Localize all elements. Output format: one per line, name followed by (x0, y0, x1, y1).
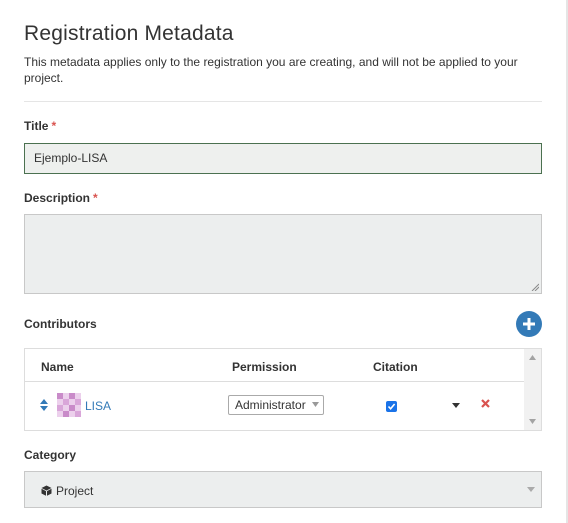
category-label: Category (24, 448, 77, 462)
column-header-citation: Citation (373, 360, 418, 374)
description-textarea[interactable] (24, 214, 542, 294)
caret-down-icon[interactable] (452, 403, 460, 408)
plus-icon (523, 318, 535, 330)
page-subtitle: This metadata applies only to the regist… (24, 55, 518, 85)
category-select[interactable]: Project (24, 471, 542, 508)
remove-icon[interactable] (481, 399, 490, 408)
title-label: Title * (24, 119, 56, 133)
cube-icon (41, 485, 52, 496)
contributors-label: Contributors (24, 317, 97, 331)
required-mark: * (93, 191, 98, 205)
scroll-up-icon[interactable] (529, 355, 536, 360)
contributor-name-link[interactable]: LISA (85, 399, 111, 413)
permission-value: Administrator (235, 398, 306, 412)
sort-icon[interactable] (40, 399, 48, 411)
chevron-down-icon (312, 402, 319, 407)
chevron-down-icon (527, 487, 535, 492)
title-label-text: Title (24, 119, 49, 133)
citation-checkbox[interactable] (386, 401, 397, 412)
required-mark: * (51, 119, 57, 133)
page-title: Registration Metadata (24, 22, 234, 45)
permission-select[interactable]: Administrator (228, 395, 324, 415)
contributors-table: Name Permission Citation LISA Administra… (24, 348, 542, 431)
checkmark-icon (387, 403, 396, 411)
category-value: Project (56, 484, 94, 498)
resize-grip-icon[interactable] (531, 283, 539, 291)
table-scrollbar[interactable] (524, 349, 541, 430)
header-divider (24, 101, 542, 102)
add-contributor-button[interactable] (516, 311, 542, 337)
column-header-permission: Permission (232, 360, 297, 374)
description-label: Description * (24, 191, 98, 205)
table-header-divider (25, 381, 524, 382)
scroll-down-icon[interactable] (529, 419, 536, 424)
title-input[interactable]: Ejemplo-LISA (24, 143, 542, 174)
avatar (57, 393, 81, 417)
description-label-text: Description (24, 191, 91, 205)
column-header-name: Name (41, 360, 74, 374)
